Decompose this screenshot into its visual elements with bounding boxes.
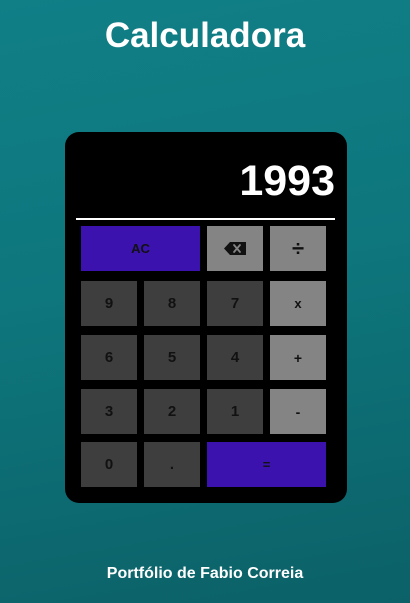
digit-2-button[interactable]: 2 [144,389,200,434]
digit-4-button[interactable]: 4 [207,335,263,380]
equals-button[interactable]: = [207,442,326,487]
digit-1-button[interactable]: 1 [207,389,263,434]
decimal-button[interactable]: . [144,442,200,487]
digit-9-button[interactable]: 9 [81,281,137,326]
footer-credit: Portfólio de Fabio Correia [106,565,304,582]
calculator: 1993 AC ÷ 9 8 7 x 6 5 4 + 3 2 1 - 0 . = [65,132,347,503]
digit-3-button[interactable]: 3 [81,389,137,434]
subtract-button[interactable]: - [270,389,326,434]
digit-5-button[interactable]: 5 [144,335,200,380]
digit-8-button[interactable]: 8 [144,281,200,326]
digit-7-button[interactable]: 7 [207,281,263,326]
backspace-button[interactable] [207,226,263,271]
backspace-icon [224,242,246,255]
clear-button[interactable]: AC [81,226,200,271]
page-title: Calculadora [104,16,306,55]
digit-0-button[interactable]: 0 [81,442,137,487]
add-button[interactable]: + [270,335,326,380]
divide-button[interactable]: ÷ [270,226,326,271]
display-divider [76,218,335,220]
multiply-button[interactable]: x [270,281,326,326]
calculator-display: 1993 [239,157,335,205]
digit-6-button[interactable]: 6 [81,335,137,380]
